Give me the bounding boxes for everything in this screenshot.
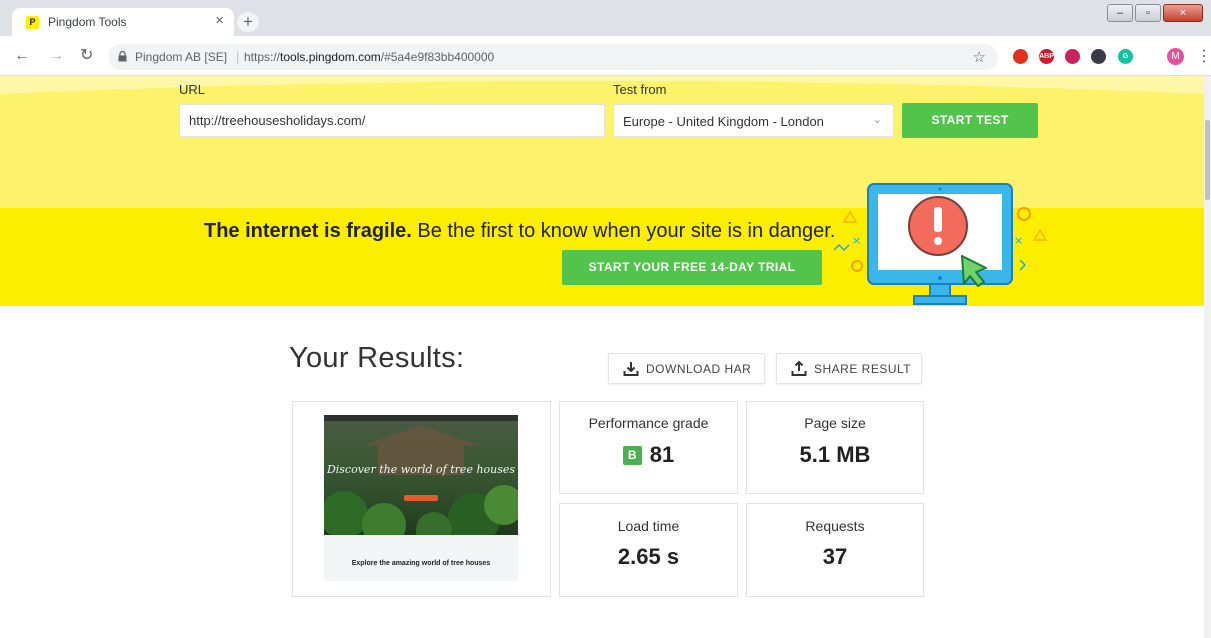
- requests-value: 37: [822, 544, 848, 569]
- thumbnail-explore-text: Explore the amazing world of tree houses: [351, 560, 491, 567]
- address-bar[interactable]: Pingdom AB [SE] | https://tools.pingdom.…: [108, 44, 998, 70]
- results-title: Your Results:: [289, 342, 465, 374]
- performance-grade-card: Performance grade B 81: [559, 401, 738, 494]
- start-test-button[interactable]: START TEST: [902, 103, 1038, 138]
- requests-card: Requests 37: [746, 503, 924, 597]
- tab-close-icon[interactable]: ×: [215, 12, 224, 29]
- url-text: https://tools.pingdom.com/#5a4e9f83bb400…: [244, 50, 495, 64]
- test-from-select[interactable]: Europe - United Kingdom - London ⌄: [613, 104, 894, 137]
- performance-grade-value: B 81: [560, 442, 737, 468]
- window-controls: – ▫ ×: [1107, 4, 1203, 22]
- site-screenshot-card: Discover the world of tree houses Explor…: [292, 401, 551, 597]
- grade-letter-badge: B: [622, 446, 642, 465]
- page-size-label: Page size: [804, 415, 866, 431]
- forward-arrow-icon[interactable]: →: [48, 48, 64, 64]
- scrollbar-thumb[interactable]: [1205, 120, 1210, 200]
- share-result-button[interactable]: SHARE RESULT: [776, 353, 922, 384]
- page-size-card: Page size 5.1 MB: [746, 401, 924, 494]
- download-icon: [623, 362, 639, 376]
- url-input[interactable]: [179, 104, 605, 137]
- extension-dark-icon[interactable]: [1091, 49, 1106, 64]
- requests-label: Requests: [805, 518, 865, 534]
- site-organization: Pingdom AB [SE]: [135, 50, 228, 64]
- browser-tab[interactable]: P Pingdom Tools ×: [12, 8, 234, 36]
- bookmark-star-icon[interactable]: ☆: [973, 48, 986, 66]
- share-icon: [791, 361, 807, 376]
- test-from-label: Test from: [613, 82, 667, 97]
- load-time-card: Load time 2.65 s: [559, 503, 738, 597]
- page-size-value: 5.1 MB: [799, 442, 871, 467]
- download-har-button[interactable]: DOWNLOAD HAR: [608, 353, 765, 384]
- banner-headline: The internet is fragile. Be the first to…: [204, 220, 836, 242]
- window-close-button[interactable]: ×: [1163, 4, 1203, 22]
- tab-title: Pingdom Tools: [48, 15, 127, 29]
- back-arrow-icon[interactable]: ←: [14, 48, 30, 64]
- load-time-label: Load time: [617, 518, 680, 534]
- grammarly-icon[interactable]: G: [1118, 49, 1133, 64]
- monitor-alert-illustration: × ×: [834, 183, 1048, 305]
- url-separator: |: [236, 49, 240, 64]
- pingdom-favicon-icon: P: [26, 16, 39, 29]
- minimize-button[interactable]: –: [1107, 4, 1133, 22]
- reload-icon[interactable]: ↻: [80, 48, 93, 64]
- profile-avatar[interactable]: M: [1167, 48, 1184, 65]
- url-label: URL: [179, 82, 206, 97]
- svg-text:×: ×: [852, 234, 861, 247]
- load-time-value: 2.65 s: [617, 544, 680, 569]
- thumbnail-cta-button: [404, 495, 438, 501]
- chevron-down-icon: ⌄: [872, 114, 882, 126]
- extension-red-icon[interactable]: [1065, 49, 1080, 64]
- free-trial-button[interactable]: START YOUR FREE 14-DAY TRIAL: [562, 250, 822, 285]
- performance-grade-label: Performance grade: [588, 415, 709, 431]
- lock-icon: [118, 51, 127, 62]
- new-tab-button[interactable]: +: [237, 12, 259, 32]
- thumbnail-hero-text: Discover the world of tree houses: [326, 463, 516, 476]
- thumbnail-lower-section: [324, 535, 518, 581]
- browser-titlebar: P Pingdom Tools × + – ▫ ×: [0, 0, 1211, 36]
- test-from-value: Europe - United Kingdom - London: [623, 114, 824, 129]
- site-screenshot-thumbnail: Discover the world of tree houses Explor…: [324, 415, 518, 581]
- adblock-plus-icon[interactable]: ABP: [1039, 49, 1054, 64]
- maximize-button[interactable]: ▫: [1135, 4, 1161, 22]
- opera-icon[interactable]: [1013, 49, 1028, 64]
- svg-text:×: ×: [1014, 234, 1023, 247]
- browser-menu-icon[interactable]: ⋮: [1196, 46, 1211, 66]
